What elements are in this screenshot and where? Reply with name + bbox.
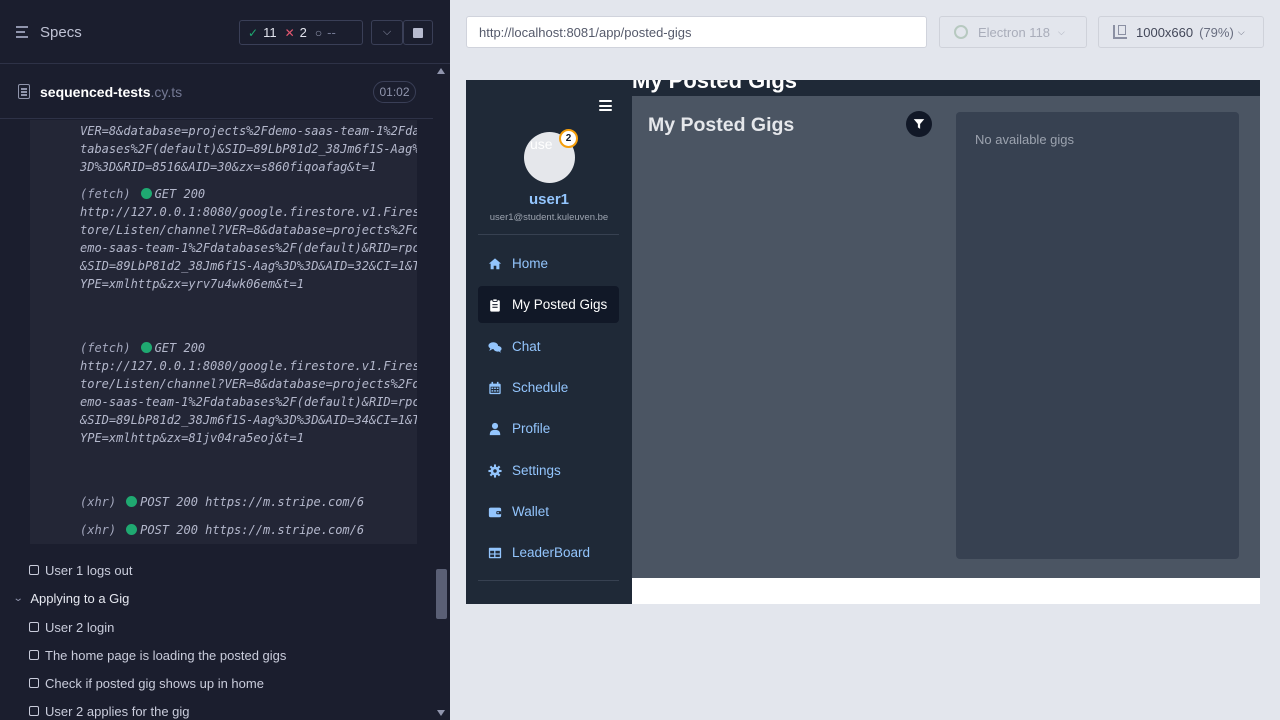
spec-duration: 01:02	[373, 81, 416, 103]
content-footer	[632, 578, 1260, 604]
cypress-window: Specs ✓ 11 ✕ 2 ○ -- ⌵ sequenced-tests.cy.ts…	[0, 0, 1280, 720]
runner-header: Specs ✓ 11 ✕ 2 ○ -- ⌵	[0, 0, 450, 64]
page-title: My Posted Gigs	[648, 114, 795, 136]
log-entry[interactable]: (fetch) GET 200	[80, 339, 417, 357]
suite-item[interactable]: ⌄ Applying to a Gig	[12, 588, 130, 608]
pending-test-icon	[29, 622, 39, 632]
chat-icon	[488, 341, 502, 353]
log-entry[interactable]: (xhr) POST 200 https://m.stripe.com/6	[80, 493, 417, 511]
spec-file-name: sequenced-tests.cy.ts	[40, 84, 183, 100]
divider	[478, 234, 619, 235]
nav-item-profile[interactable]: Profile	[478, 410, 619, 447]
status-dot-icon	[126, 524, 138, 535]
chevron-down-icon: ⌵	[382, 26, 392, 38]
calendar-icon	[489, 381, 501, 394]
specs-list-icon[interactable]	[16, 26, 32, 40]
x-icon: ✕	[284, 25, 295, 40]
chevron-down-icon: ⌵	[1058, 26, 1065, 37]
pending-icon: ○	[314, 25, 323, 40]
scroll-down-icon[interactable]	[437, 710, 445, 716]
nav-item-wallet[interactable]: Wallet	[478, 493, 619, 530]
gigs-panel: No available gigs	[956, 112, 1239, 559]
pending-count: ○ --	[314, 25, 336, 40]
cypress-runner-panel: Specs ✓ 11 ✕ 2 ○ -- ⌵ sequenced-tests.cy.ts…	[0, 0, 450, 720]
app-frame: My Posted Gigs use 2 user1 user1@student…	[466, 80, 1260, 604]
test-item[interactable]: User 1 logs out	[29, 560, 132, 580]
command-log[interactable]: VER=8&database=projects%2Fdemo-saas-team…	[30, 120, 417, 544]
log-url: http://127.0.0.1:8080/google.firestore.v…	[80, 205, 417, 291]
filter-icon	[913, 119, 925, 129]
document-icon	[18, 84, 30, 99]
menu-icon[interactable]	[599, 100, 612, 111]
nav-item-chat[interactable]: Chat	[478, 328, 619, 365]
failed-count: ✕ 2	[284, 25, 307, 40]
nav-item-home[interactable]: Home	[478, 245, 619, 282]
nav-item-leaderboard[interactable]: LeaderBoard	[478, 534, 619, 571]
test-item[interactable]: User 2 applies for the gig	[29, 701, 190, 720]
gear-icon	[488, 463, 502, 478]
spec-header: sequenced-tests.cy.ts 01:02	[0, 65, 433, 119]
electron-icon	[954, 25, 968, 39]
test-item[interactable]: User 2 login	[29, 617, 114, 637]
divider	[478, 580, 619, 581]
nav-item-schedule[interactable]: Schedule	[478, 369, 619, 406]
browser-selector[interactable]: Electron 118 ⌵	[939, 16, 1087, 48]
log-text: VER=8&database=projects%2Fdemo-saas-team…	[80, 124, 417, 174]
chevron-down-icon: ⌄	[12, 592, 24, 604]
pending-test-icon	[29, 650, 39, 660]
clipboard-icon	[490, 297, 500, 312]
test-item[interactable]: The home page is loading the posted gigs	[29, 645, 286, 665]
main-content: My Posted Gigs No available gigs	[632, 96, 1260, 578]
status-dot-icon	[126, 496, 138, 507]
table-icon	[488, 547, 502, 558]
status-dot-icon	[140, 342, 152, 353]
user-icon	[489, 422, 501, 435]
test-stats: ✓ 11 ✕ 2 ○ --	[239, 20, 363, 45]
log-entry[interactable]: (fetch) GET 200	[80, 185, 417, 203]
pending-test-icon	[29, 678, 39, 688]
nav-item-my-posted-gigs[interactable]: My Posted Gigs	[478, 286, 619, 323]
log-url: http://127.0.0.1:8080/google.firestore.v…	[80, 359, 417, 445]
status-dot-icon	[140, 188, 152, 199]
app-sidebar: use 2 user1 user1@student.kuleuven.be Ho…	[466, 80, 632, 604]
user-email: user1@student.kuleuven.be	[489, 212, 609, 223]
username: user1	[528, 191, 570, 208]
check-icon: ✓	[248, 25, 259, 40]
viewport-icon	[1113, 25, 1127, 39]
stop-icon	[413, 27, 423, 38]
test-item[interactable]: Check if posted gig shows up in home	[29, 673, 264, 693]
collapse-all-button[interactable]: ⌵	[371, 20, 403, 45]
stop-button[interactable]	[403, 20, 433, 45]
filter-button[interactable]	[906, 111, 932, 137]
pending-test-icon	[29, 565, 39, 575]
chevron-down-icon: ⌵	[1237, 26, 1245, 37]
empty-state-text: No available gigs	[975, 132, 1075, 147]
runner-scrollbar[interactable]	[433, 64, 450, 720]
topbar-title: My Posted Gigs	[632, 80, 798, 93]
scrollbar-thumb[interactable]	[436, 569, 447, 619]
pending-test-icon	[29, 706, 39, 716]
notification-badge: 2	[559, 129, 578, 148]
wallet-icon	[488, 507, 502, 517]
log-entry[interactable]: (xhr) POST 200 https://m.stripe.com/6	[80, 521, 417, 539]
specs-label[interactable]: Specs	[40, 24, 82, 41]
url-bar[interactable]: http://localhost:8081/app/posted-gigs	[466, 16, 927, 48]
home-icon	[488, 257, 502, 269]
scroll-up-icon[interactable]	[437, 68, 445, 74]
viewport-selector[interactable]: 1000x660 (79%) ⌵	[1098, 16, 1264, 48]
nav-item-settings[interactable]: Settings	[478, 452, 619, 489]
passed-count: ✓ 11	[248, 25, 277, 40]
